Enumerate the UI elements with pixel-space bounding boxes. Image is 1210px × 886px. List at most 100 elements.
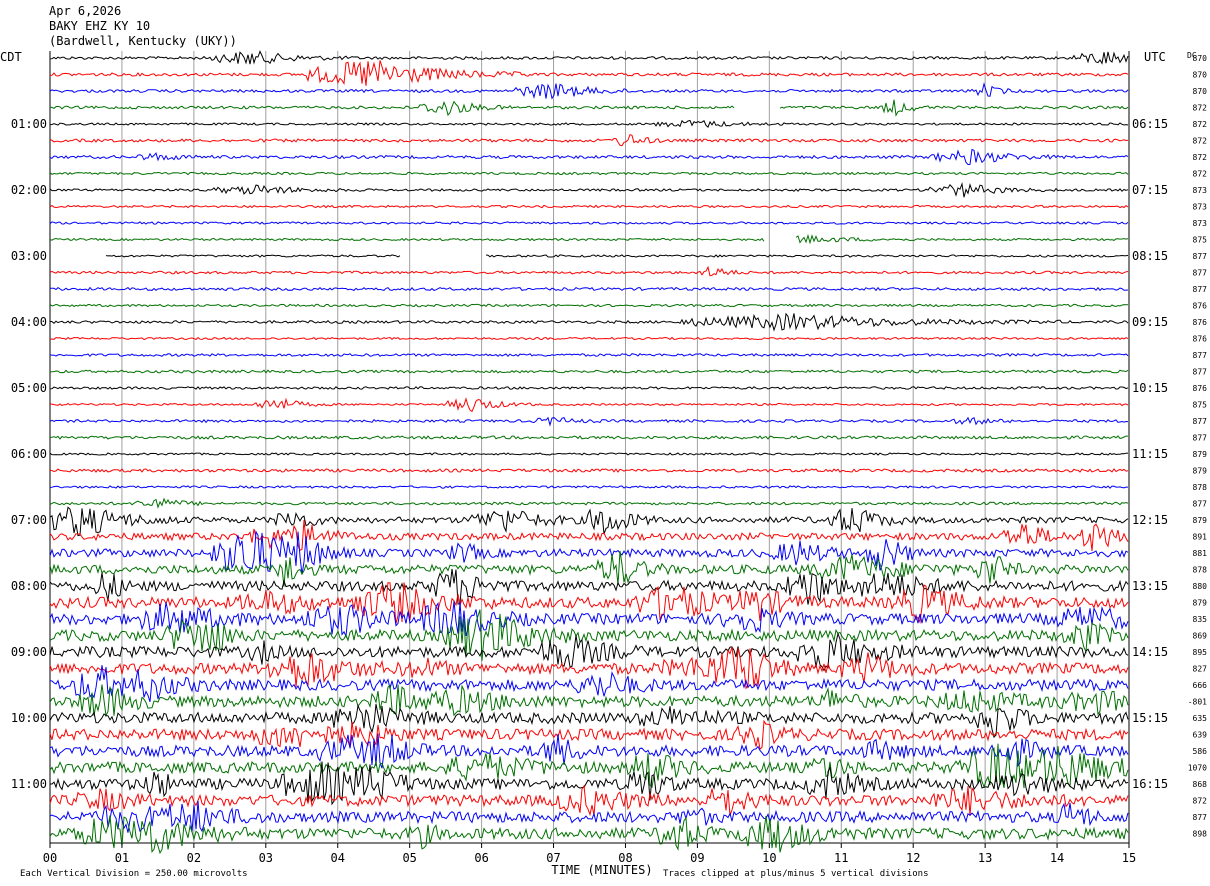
seismic-trace[interactable] bbox=[49, 665, 1129, 702]
dc-value: 872 bbox=[1193, 170, 1208, 179]
seismic-trace[interactable] bbox=[105, 254, 1129, 258]
seismic-trace[interactable] bbox=[49, 506, 1129, 537]
left-time-label: 11:00 bbox=[11, 777, 47, 791]
left-axis-label: CDT bbox=[0, 50, 22, 64]
right-time-label: 13:15 bbox=[1132, 579, 1168, 593]
dc-value: 635 bbox=[1193, 714, 1208, 723]
seismic-trace[interactable] bbox=[49, 468, 1129, 473]
seismic-trace[interactable] bbox=[49, 133, 1129, 147]
dc-value: 891 bbox=[1193, 533, 1208, 542]
seismic-trace[interactable] bbox=[49, 303, 1128, 308]
footer-scale-note: Each Vertical Division = 250.00 microvol… bbox=[20, 869, 248, 879]
dc-value: 872 bbox=[1193, 797, 1208, 806]
dc-value: 586 bbox=[1193, 747, 1208, 756]
left-time-label: 01:00 bbox=[11, 117, 47, 131]
dc-value: 881 bbox=[1193, 549, 1208, 558]
x-tick-label: 04 bbox=[331, 851, 345, 865]
dc-value: 666 bbox=[1193, 681, 1208, 690]
dc-value: 873 bbox=[1193, 203, 1208, 212]
x-tick-label: 10 bbox=[762, 851, 776, 865]
dc-value: 876 bbox=[1193, 318, 1208, 327]
seismic-trace[interactable] bbox=[49, 784, 1129, 817]
dc-value: 877 bbox=[1193, 269, 1208, 278]
seismic-trace[interactable] bbox=[49, 182, 1129, 198]
dc-value: 877 bbox=[1193, 351, 1208, 360]
dc-value: 877 bbox=[1193, 285, 1208, 294]
x-tick-label: 15 bbox=[1122, 851, 1136, 865]
seismic-trace[interactable] bbox=[49, 265, 1129, 277]
seismic-trace[interactable] bbox=[49, 568, 1129, 605]
dc-value: 877 bbox=[1193, 500, 1208, 509]
right-time-label: 08:15 bbox=[1132, 249, 1168, 263]
left-time-label: 10:00 bbox=[11, 711, 47, 725]
dc-value: 872 bbox=[1193, 137, 1208, 146]
seismic-trace[interactable] bbox=[49, 336, 1129, 341]
dc-value: 876 bbox=[1193, 384, 1208, 393]
right-time-label: 14:15 bbox=[1132, 645, 1168, 659]
footer-clip-note: Traces clipped at plus/minus 5 vertical … bbox=[663, 869, 929, 879]
dc-value: 876 bbox=[1193, 302, 1208, 311]
seismogram-chart: CDT UTC DC01:0002:0003:0004:0005:0006:0007… bbox=[0, 50, 1208, 879]
seismic-trace[interactable] bbox=[49, 312, 1129, 332]
seismic-trace[interactable] bbox=[49, 60, 1129, 86]
seismic-trace[interactable] bbox=[49, 435, 1128, 440]
seismic-trace[interactable] bbox=[49, 684, 1129, 718]
left-time-label: 05:00 bbox=[11, 381, 47, 395]
x-tick-label: 01 bbox=[115, 851, 129, 865]
seismic-trace[interactable] bbox=[49, 497, 1129, 509]
seismic-trace[interactable] bbox=[49, 386, 1129, 390]
seismic-trace[interactable] bbox=[49, 416, 1129, 427]
seismic-trace[interactable] bbox=[49, 485, 1128, 489]
dc-value: 895 bbox=[1193, 648, 1208, 657]
seismic-trace[interactable] bbox=[49, 719, 1129, 751]
left-time-label: 09:00 bbox=[11, 645, 47, 659]
dc-value: 872 bbox=[1193, 120, 1208, 129]
seismic-trace[interactable] bbox=[49, 233, 1129, 245]
right-axis-label: UTC bbox=[1144, 50, 1166, 64]
seismic-trace[interactable] bbox=[49, 82, 1129, 100]
seismic-trace[interactable] bbox=[49, 631, 1129, 672]
dc-value: 1070 bbox=[1188, 764, 1207, 773]
x-tick-label: 06 bbox=[474, 851, 488, 865]
dc-value: -801 bbox=[1188, 698, 1207, 707]
x-axis-label: TIME (MINUTES) bbox=[551, 863, 652, 877]
right-time-label: 12:15 bbox=[1132, 513, 1168, 527]
right-time-label: 10:15 bbox=[1132, 381, 1168, 395]
seismic-trace[interactable] bbox=[49, 397, 1129, 413]
seismic-trace[interactable] bbox=[49, 204, 1129, 209]
seismic-trace[interactable] bbox=[49, 171, 1129, 176]
dc-value: 870 bbox=[1193, 71, 1208, 80]
dc-value: 827 bbox=[1193, 665, 1208, 674]
dc-value: 880 bbox=[1193, 582, 1208, 591]
x-tick-label: 12 bbox=[906, 851, 920, 865]
dc-value: 877 bbox=[1193, 434, 1208, 443]
seismic-trace[interactable] bbox=[50, 99, 1129, 117]
right-time-label: 07:15 bbox=[1132, 183, 1168, 197]
seismic-trace[interactable] bbox=[49, 119, 1129, 128]
dc-value: 872 bbox=[1193, 104, 1208, 113]
dc-value: 877 bbox=[1193, 368, 1208, 377]
left-time-label: 08:00 bbox=[11, 579, 47, 593]
seismic-trace[interactable] bbox=[49, 221, 1129, 225]
x-tick-label: 03 bbox=[259, 851, 273, 865]
right-time-label: 16:15 bbox=[1132, 777, 1168, 791]
dc-value: 879 bbox=[1193, 599, 1208, 608]
right-time-label: 09:15 bbox=[1132, 315, 1168, 329]
seismic-trace[interactable] bbox=[49, 148, 1129, 166]
dc-value: 879 bbox=[1193, 450, 1208, 459]
left-time-label: 02:00 bbox=[11, 183, 47, 197]
dc-value: 639 bbox=[1193, 731, 1208, 740]
left-time-label: 03:00 bbox=[11, 249, 47, 263]
seismic-trace[interactable] bbox=[49, 50, 1129, 65]
seismic-trace[interactable] bbox=[49, 519, 1129, 552]
seismic-trace[interactable] bbox=[49, 369, 1129, 374]
left-time-label: 04:00 bbox=[11, 315, 47, 329]
seismic-trace[interactable] bbox=[49, 452, 1129, 456]
left-time-label: 06:00 bbox=[11, 447, 47, 461]
seismic-trace[interactable] bbox=[49, 353, 1129, 358]
dc-value: 869 bbox=[1193, 632, 1208, 641]
seismic-trace[interactable] bbox=[50, 286, 1129, 292]
x-tick-label: 09 bbox=[690, 851, 704, 865]
right-time-label: 11:15 bbox=[1132, 447, 1168, 461]
dc-value: 872 bbox=[1193, 153, 1208, 162]
